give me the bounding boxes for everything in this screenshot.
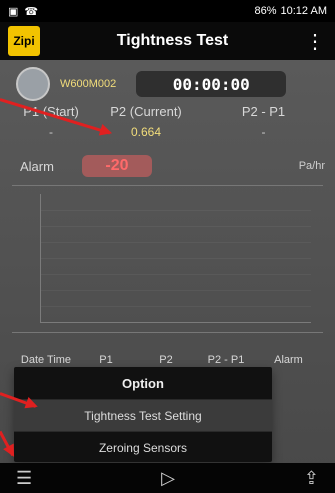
alarm-label: Alarm (20, 158, 54, 174)
option-menu: Option Tightness Test Setting Zeroing Se… (14, 367, 272, 464)
status-right: 86% 10:12 AM (254, 5, 327, 17)
phone-icon: ☎ (24, 5, 39, 18)
bottom-action-bar: ☰ ▷ ⇪ (0, 463, 335, 493)
device-icon (16, 67, 50, 101)
alarm-unit: Pa/hr (298, 160, 325, 172)
chart-gridline (41, 306, 311, 307)
page-title: Tightness Test (116, 32, 229, 49)
table-header-date-time: Date Time (20, 354, 72, 366)
pressure-chart-area (40, 194, 311, 323)
chart-gridline (41, 274, 311, 275)
app-bar: Zipi Tightness Test ⋮ (0, 22, 335, 60)
app-logo: Zipi (8, 26, 40, 56)
chart-gridline (41, 226, 311, 227)
device-header: W600M002 00:00:00 (16, 67, 321, 101)
test-timer: 00:00:00 (136, 71, 287, 97)
export-icon[interactable]: ⇪ (304, 468, 319, 489)
option-zeroing-sensors[interactable]: Zeroing Sensors (14, 432, 272, 464)
diff-column: P2 - P1 - (206, 104, 321, 139)
play-icon[interactable]: ▷ (161, 468, 175, 489)
diff-value: - (261, 125, 266, 139)
overflow-menu-icon[interactable]: ⋮ (305, 29, 327, 54)
pressure-values: P1 (Start) - P2 (Current) 0.664 P2 - P1 … (16, 104, 321, 139)
battery-percent: 86% (254, 5, 277, 17)
option-tightness-test-setting[interactable]: Tightness Test Setting (14, 400, 272, 432)
table-header-alarm: Alarm (274, 354, 303, 366)
p2-label: P2 (Current) (110, 104, 182, 119)
p1-value: - (49, 125, 53, 139)
chart-gridline (41, 210, 311, 211)
table-header-p2: P2 (159, 354, 173, 366)
table-header-p1: P1 (99, 354, 113, 366)
status-bar: ▣ ☎ 86% 10:12 AM (0, 0, 335, 22)
device-id: W600M002 (60, 78, 117, 90)
notification-icon: ▣ (8, 5, 19, 18)
chart-gridline (41, 258, 311, 259)
alarm-row: Alarm -20 Pa/hr (20, 155, 325, 177)
clock-time: 10:12 AM (280, 5, 327, 17)
list-icon[interactable]: ☰ (16, 468, 32, 489)
status-left: ▣ ☎ (8, 5, 38, 18)
chart-gridline (41, 242, 311, 243)
alarm-value[interactable]: -20 (81, 155, 152, 177)
main-content: W600M002 00:00:00 P1 (Start) - P2 (Curre… (0, 60, 335, 493)
table-header-p2-p1: P2 - P1 (207, 354, 245, 366)
chart-gridline (41, 290, 311, 291)
diff-label: P2 - P1 (241, 104, 286, 119)
option-menu-title: Option (14, 367, 272, 400)
pressure-chart-frame (12, 185, 323, 333)
